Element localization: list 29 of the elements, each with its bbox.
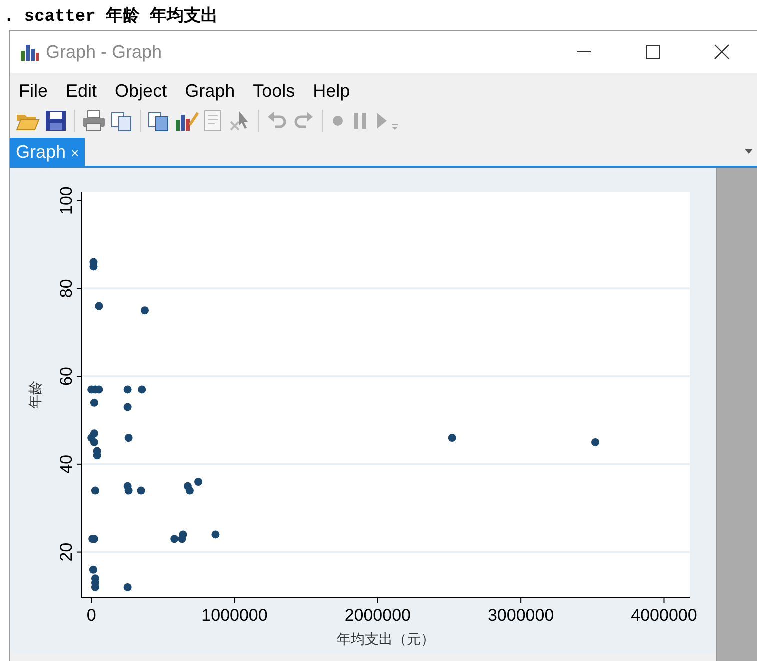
window-title: Graph - Graph: [46, 42, 162, 62]
menu-item[interactable]: Edit: [57, 81, 106, 102]
x-tick-label: 0: [86, 606, 96, 625]
y-tick-label: 60: [57, 367, 76, 386]
x-axis-title: 年均支出（元）: [337, 632, 435, 648]
x-tick-label: 3000000: [488, 606, 554, 625]
chart-pencil-icon[interactable]: [175, 110, 199, 132]
printer-icon[interactable]: [82, 110, 106, 132]
y-tick-label: 100: [57, 186, 76, 215]
y-tick-label: 40: [57, 454, 76, 474]
menu-item[interactable]: Object: [106, 81, 176, 102]
x-tick-label: 4000000: [631, 606, 698, 625]
x-tick-label: 2000000: [344, 606, 411, 625]
y-tick-label: 80: [57, 279, 76, 298]
caret-icon[interactable]: [745, 149, 753, 155]
menu-item[interactable]: Help: [304, 81, 360, 102]
graph-tab[interactable]: Graph ×: [10, 138, 86, 166]
close-button[interactable]: [714, 44, 730, 60]
x-tick-label: 1000000: [202, 606, 268, 625]
menu-item[interactable]: File: [10, 81, 58, 102]
y-tick-label: 20: [57, 542, 76, 562]
menu-item[interactable]: Tools: [244, 81, 304, 102]
maximize-button[interactable]: [645, 44, 661, 60]
menu-item[interactable]: Graph: [176, 81, 244, 102]
copy-icon[interactable]: [111, 110, 133, 132]
y-axis-title: 年龄: [28, 381, 44, 409]
bar-chart-icon: [20, 43, 40, 61]
copy-graph-icon[interactable]: [148, 110, 170, 132]
command-text: . scatter 年龄 年均支出: [4, 6, 218, 26]
